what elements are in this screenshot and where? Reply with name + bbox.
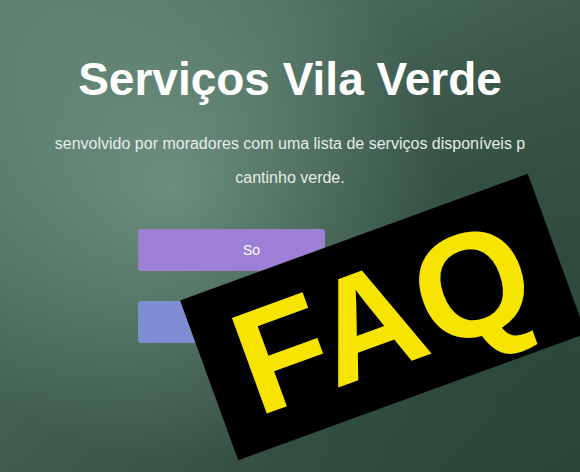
site-subtitle: senvolvido por moradores com uma lista d… xyxy=(55,133,525,155)
site-title: Serviços Vila Verde xyxy=(78,52,502,107)
hero-page: Serviços Vila Verde senvolvido por morado… xyxy=(0,0,580,472)
site-subtitle: cantinho verde. xyxy=(235,167,344,189)
